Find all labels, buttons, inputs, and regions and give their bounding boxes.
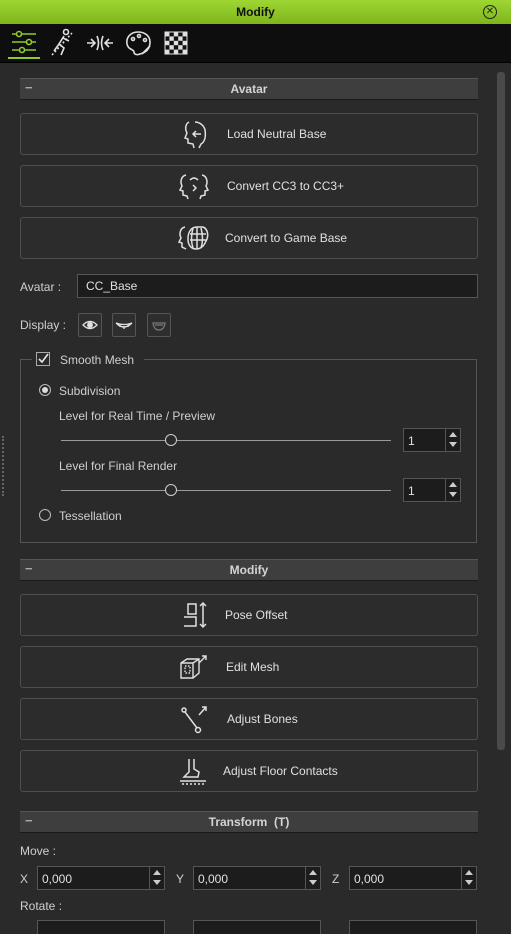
spin-arrows[interactable] [445,479,460,501]
section-title: Avatar [230,82,268,96]
pose-offset-button[interactable]: Pose Offset [20,594,478,636]
display-label: Display : [20,318,67,332]
adjust-bones-label: Adjust Bones [227,712,298,726]
load-neutral-base-button[interactable]: Load Neutral Base [20,113,478,155]
eye-icon [82,320,98,330]
convert-cc3-label: Convert CC3 to CC3+ [227,179,345,193]
convert-game-base-button[interactable]: Convert to Game Base [20,217,478,259]
motion-pose-icon[interactable] [46,27,78,59]
display-eye-button[interactable] [78,313,102,337]
adjust-bones-button[interactable]: Adjust Bones [20,698,478,740]
edit-mesh-icon [177,651,209,683]
edit-mesh-button[interactable]: Edit Mesh [20,646,478,688]
realtime-level-slider-thumb[interactable] [164,434,177,446]
rotate-y-field[interactable] [193,920,321,934]
smooth-mesh-label: Smooth Mesh [60,353,135,367]
sliders-icon[interactable] [8,27,40,59]
spin-arrows[interactable] [305,867,320,889]
display-tongue-button[interactable] [147,313,171,337]
move-x-value: 0,000 [42,872,73,886]
checkmark-icon [38,353,49,364]
final-render-spinbox[interactable]: 1 [403,478,461,502]
avatar-section-header[interactable]: − Avatar [20,78,478,100]
realtime-level-label: Level for Real Time / Preview [59,409,216,423]
window-title-bar: Modify ✕ [0,0,511,25]
vertical-scrollbar[interactable] [497,72,505,750]
section-title: Modify [229,563,269,577]
spin-arrows[interactable] [149,867,164,889]
tessellation-label: Tessellation [59,509,122,523]
arrow-down-icon[interactable] [449,492,457,497]
arrow-down-icon[interactable] [153,880,161,885]
move-label: Move : [20,844,57,858]
arrow-up-icon[interactable] [449,482,457,487]
arrow-up-icon[interactable] [153,870,161,875]
game-base-icon [177,222,209,254]
subdivision-radio[interactable] [39,384,51,396]
subdivision-label: Subdivision [59,384,121,398]
arrow-down-icon[interactable] [309,880,317,885]
adjust-floor-contacts-button[interactable]: Adjust Floor Contacts [20,750,478,792]
arrow-up-icon[interactable] [449,432,457,437]
final-render-level-value: 1 [408,484,415,498]
move-x-field[interactable]: 0,000 [37,866,165,890]
pose-offset-label: Pose Offset [225,608,288,622]
tongue-icon [152,322,166,331]
load-neutral-base-label: Load Neutral Base [227,127,327,141]
avatar-name-field[interactable]: CC_Base [77,274,478,298]
convert-cc3-icon [177,170,210,202]
realtime-level-slider-track[interactable] [61,440,391,441]
move-z-label: Z [332,872,340,886]
realtime-level-value: 1 [408,434,415,448]
tab-toolbar [0,24,511,63]
arrow-up-icon[interactable] [309,870,317,875]
convert-game-base-label: Convert to Game Base [225,231,348,245]
arrow-up-icon[interactable] [465,870,473,875]
load-neutral-base-icon [179,118,211,150]
rotate-label: Rotate : [20,899,63,913]
edit-mesh-label: Edit Mesh [226,660,280,674]
spin-arrows[interactable] [445,429,460,451]
move-x-label: X [20,872,29,886]
move-y-value: 0,000 [198,872,229,886]
final-render-level-label: Level for Final Render [59,459,178,473]
modify-section-header[interactable]: − Modify [20,559,478,581]
avatar-label: Avatar : [20,280,62,294]
arrow-down-icon[interactable] [465,880,473,885]
panel-resize-grip[interactable] [2,436,7,496]
window-title: Modify [236,5,275,19]
adjust-floor-contacts-label: Adjust Floor Contacts [223,764,338,778]
convert-cc3-button[interactable]: Convert CC3 to CC3+ [20,165,478,207]
floor-contacts-icon [177,755,209,787]
arrow-down-icon[interactable] [449,442,457,447]
realtime-level-spinbox[interactable]: 1 [403,428,461,452]
display-teeth-button[interactable] [112,313,136,337]
material-palette-icon[interactable] [122,27,154,59]
adjust-bones-icon [179,703,211,735]
final-render-slider-thumb[interactable] [164,484,177,496]
move-z-value: 0,000 [354,872,385,886]
close-icon[interactable]: ✕ [483,5,497,19]
smooth-mesh-checkbox[interactable] [36,352,50,366]
transform-section-header[interactable]: − Transform (T) [20,811,478,833]
spin-arrows[interactable] [461,867,476,889]
move-y-label: Y [176,872,185,886]
section-title: Transform (T) [208,815,290,829]
morph-icon[interactable] [84,27,116,59]
move-y-field[interactable]: 0,000 [193,866,321,890]
rotate-z-field[interactable] [349,920,477,934]
teeth-icon [115,322,133,329]
pose-offset-icon [179,599,211,631]
tessellation-radio[interactable] [39,509,51,521]
final-render-slider-track[interactable] [61,490,391,491]
rotate-x-field[interactable] [37,920,165,934]
move-z-field[interactable]: 0,000 [349,866,477,890]
checker-texture-icon[interactable] [160,27,192,59]
